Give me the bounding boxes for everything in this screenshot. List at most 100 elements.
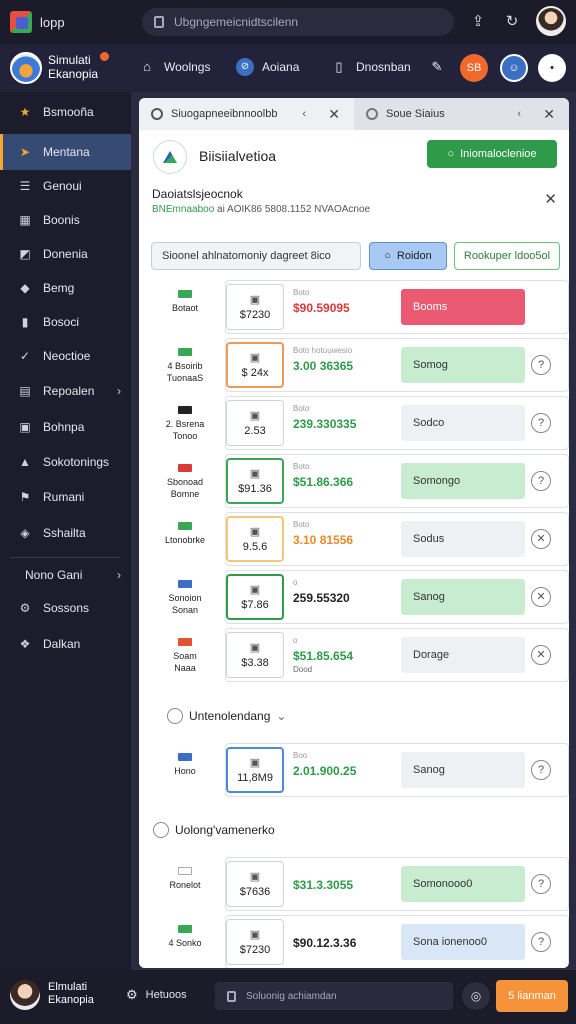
sidebar-item-4[interactable]: ◩ Donenia (0, 236, 131, 272)
sidebar-item-dalkan[interactable]: ❖ Dalkan (0, 626, 131, 662)
row-value: $90.12.3.36 (293, 936, 357, 950)
share-icon[interactable]: ⇪ (468, 12, 488, 32)
row-label-text: Botaot (171, 303, 199, 313)
cubes-icon: ❖ (19, 637, 31, 651)
status-badge[interactable]: Sanog (401, 579, 525, 615)
bottom-action-button[interactable]: 5 lianman (496, 980, 568, 1012)
nav-woolngs[interactable]: ⌂ Woolngs (138, 58, 210, 76)
subtitle-detail: BNEmnaaboo ai AOIK86 5808.1152 NVAOAcnoe (152, 204, 370, 215)
sidebar-item-3[interactable]: ▦ Boonis (0, 202, 131, 238)
refresh-icon[interactable]: ↻ (502, 12, 522, 32)
bottom-nav-item[interactable]: ⚙ Hetuoos (126, 987, 187, 1003)
secondary-action-button[interactable]: Rookuper ldoo5ol (454, 242, 560, 270)
pen-icon[interactable]: ✎ (428, 58, 454, 76)
app-header: Simulati Ekanopia ⌂ Woolngs ⊘ Aoiana ▯ D… (0, 44, 576, 92)
row-action-icon[interactable]: ✕ (531, 529, 551, 549)
row-action-icon[interactable]: ✕ (531, 587, 551, 607)
row-badge-icon (178, 925, 192, 933)
orange-badge-button[interactable]: SB (460, 54, 488, 82)
circle-icon: ○ (447, 148, 455, 160)
sidebar-group-toggle[interactable]: Nono Gani › (0, 557, 131, 593)
row-action-icon[interactable]: ? (531, 760, 551, 780)
bottom-search-input[interactable]: Soluonig achiamdan (215, 982, 453, 1010)
status-badge[interactable]: Somonooo0 (401, 866, 525, 902)
price-box[interactable]: ▣ 2.53 (226, 400, 284, 446)
sidebar-item-settings[interactable]: ⚙ Sossons (0, 590, 131, 626)
detail-content: Biisiialvetioa ○ Iniomaloclenioe Daoiatsl… (139, 130, 569, 968)
price-box[interactable]: ▣ $7636 (226, 861, 284, 907)
sidebar-item-label: Repoalen (43, 384, 95, 398)
brand-logo-icon[interactable] (10, 52, 42, 84)
sidebar-item-0[interactable]: ★ Bsmooña (0, 94, 131, 130)
more-icon[interactable]: • (538, 54, 566, 82)
filter-apply-button[interactable]: ○ Roidon (369, 242, 447, 270)
status-badge[interactable]: Booms (401, 289, 525, 325)
sidebar-item-8[interactable]: ▤ Repoalen › (0, 373, 131, 409)
price-box[interactable]: ▣ $7230 (226, 284, 284, 330)
section-header-2[interactable]: Uolong'vamenerko (153, 822, 275, 838)
user-avatar[interactable] (10, 980, 40, 1010)
sidebar-item-11[interactable]: ⚑ Rumani (0, 479, 131, 515)
chevron-left-icon[interactable]: ‹ (302, 108, 306, 120)
car-icon: ◆ (20, 281, 30, 295)
status-badge[interactable]: Sodus (401, 521, 525, 557)
profile-avatar[interactable]: ☺ (500, 54, 528, 82)
status-badge[interactable]: Sodco (401, 405, 525, 441)
status-badge[interactable]: Dorage (401, 637, 525, 673)
status-badge[interactable]: Sona ionenoo0 (401, 924, 525, 960)
row-action-icon[interactable]: ? (531, 413, 551, 433)
bag-icon: ⌂ (143, 59, 151, 74)
row-action-icon[interactable]: ? (531, 932, 551, 952)
sidebar-item-9[interactable]: ▣ Bohnpa (0, 409, 131, 445)
price-box[interactable]: ▣ $7230 (226, 919, 284, 965)
close-icon[interactable]: ✕ (543, 106, 555, 123)
sidebar-item-12[interactable]: ◈ Sshailta (0, 515, 131, 551)
status-badge[interactable]: Somog (401, 347, 525, 383)
price-box[interactable]: ▣ 9.5.6 (226, 516, 284, 562)
row-value: 3.10 81556 (293, 533, 354, 547)
price-box[interactable]: ▣ $3.38 (226, 632, 284, 678)
price-value: $7.86 (241, 599, 269, 611)
row-action-icon[interactable]: ? (531, 874, 551, 894)
nav-aoiana[interactable]: ⊘ Aoiana (236, 58, 299, 76)
primary-action-button[interactable]: ○ Iniomaloclenioe (427, 140, 557, 168)
status-badge[interactable]: Sanog (401, 752, 525, 788)
sidebar-item-label: Sokotonings (43, 455, 110, 469)
user-avatar[interactable] (536, 6, 566, 36)
row-action-icon[interactable]: ? (531, 471, 551, 491)
row-badge-icon (178, 867, 192, 875)
sidebar-item-label: Bsmooña (43, 105, 94, 119)
row-action-icon[interactable]: ✕ (531, 645, 551, 665)
close-icon[interactable]: ✕ (544, 190, 557, 208)
row-value: 2.01.900.25 (293, 764, 357, 778)
sidebar-item-2[interactable]: ☰ Genoui (0, 168, 131, 204)
app-logo-icon[interactable] (10, 11, 32, 33)
row-label-text: Ronelot (169, 880, 201, 890)
status-badge[interactable]: Somongo (401, 463, 525, 499)
bottom-bar: Elmulati Ekanopia ⚙ Hetuoos Soluonig achi… (0, 970, 576, 1024)
sidebar-item-7[interactable]: ✓ Neoctioe (0, 338, 131, 374)
sidebar-item-10[interactable]: ▲ Sokotonings (0, 444, 131, 480)
row-label-text: Sonan (171, 605, 199, 615)
price-box[interactable]: ▣ $91.36 (226, 458, 284, 504)
camera-icon[interactable]: ◎ (462, 982, 490, 1010)
price-box[interactable]: ▣ $ 24x (226, 342, 284, 388)
nav-dnosnban[interactable]: ▯ Dnosnban (330, 58, 410, 76)
close-icon[interactable]: ✕ (328, 106, 340, 123)
list-icon: ☰ (19, 179, 31, 193)
filter-field[interactable]: Sioonel ahlnatomoniy dagreet 8ico (151, 242, 361, 270)
brand-line-2: Ekanopia (48, 67, 99, 81)
sidebar-item-5[interactable]: ◆ Bemg (0, 270, 131, 306)
sidebar-item-6[interactable]: ▮ Bosoci (0, 304, 131, 340)
sidebar-item-1[interactable]: ➤ Mentana (0, 134, 131, 170)
row-action-icon[interactable]: ? (531, 355, 551, 375)
row-action-icon[interactable]: + (531, 297, 551, 317)
tab-0[interactable]: Siuogapneeibnnoolbb ‹ ✕ (139, 98, 354, 130)
tab-1[interactable]: Soue Siaius ‹ ✕ (354, 98, 569, 130)
price-box[interactable]: ▣ 11,8M9 (226, 747, 284, 793)
price-box[interactable]: ▣ $7.86 (226, 574, 284, 620)
row-badge-icon (178, 290, 192, 298)
address-bar[interactable]: Ubgngemeicnidtscilenn (142, 8, 454, 36)
chevron-left-icon[interactable]: ‹ (517, 108, 521, 120)
section-header-1[interactable]: Untenolendang ⌄ (167, 708, 286, 724)
